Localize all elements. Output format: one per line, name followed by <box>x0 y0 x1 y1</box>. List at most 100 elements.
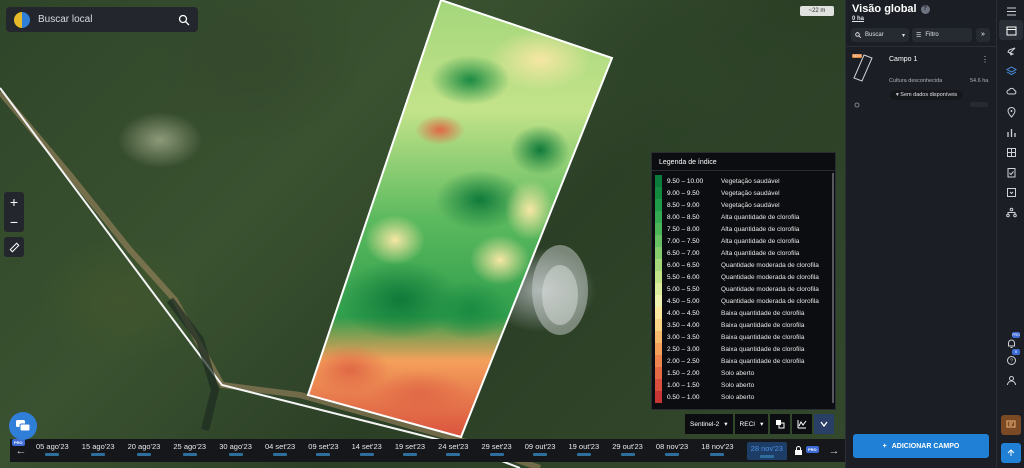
location-search-box[interactable]: Buscar local <box>6 7 198 32</box>
rail-profile-button[interactable] <box>1003 372 1019 388</box>
legend-label: Alta quantidade de clorofila <box>721 225 800 233</box>
zoom-in-button[interactable]: + <box>4 192 24 212</box>
timeline-date-marker <box>316 452 331 456</box>
timeline-date-marker <box>665 452 680 456</box>
rail-tasks-button[interactable] <box>1003 164 1019 180</box>
fields-search-dropdown[interactable]: Buscar ▾ <box>851 28 909 42</box>
fields-filter-button[interactable]: ☰ Filtro <box>912 28 972 42</box>
collapse-controls-button[interactable] <box>814 414 835 434</box>
rail-weather-button[interactable] <box>1003 83 1019 99</box>
field-card[interactable]: NDVI Campo 1 ⋮ Cultura desconhecida 54.6… <box>846 48 997 108</box>
more-vertical-icon[interactable]: ⋮ <box>981 55 989 64</box>
rail-upload-button[interactable] <box>1001 443 1021 463</box>
rail-layers-button[interactable] <box>1003 63 1019 79</box>
timeline-date[interactable]: 29 out'23 <box>612 442 643 460</box>
timeline-date[interactable]: 19 out'23 <box>568 442 599 460</box>
legend-range: 4.00 – 4.50 <box>667 309 700 317</box>
index-select[interactable]: RECI ▾ <box>734 414 769 434</box>
timeline-lock[interactable] <box>791 439 805 462</box>
rail-export-button[interactable] <box>1003 184 1019 200</box>
zoom-out-button[interactable]: − <box>4 212 24 232</box>
location-search-placeholder: Buscar local <box>38 14 93 25</box>
timeline-date[interactable]: 25 ago'23 <box>173 442 206 460</box>
total-area[interactable]: 0 ha <box>852 16 864 22</box>
timeline-date[interactable]: 09 set'23 <box>308 442 339 460</box>
panel-title: Visão global ? <box>852 3 930 15</box>
timeline-date-label: 20 ago'23 <box>127 441 161 451</box>
legend-label: Alta quantidade de clorofila <box>721 249 800 257</box>
legend-swatch <box>655 343 662 355</box>
legend-label: Quantidade moderada de clorofila <box>721 285 819 293</box>
legend-row: 7.50 – 8.00 Alta quantidade de clorofila <box>655 223 835 235</box>
legend-label: Solo aberto <box>721 369 755 377</box>
satellite-source-select[interactable]: Sentinel-2 ▾ <box>685 414 733 434</box>
rail-analytics-button[interactable] <box>1003 124 1019 140</box>
timeline-date[interactable]: 05 ago'23 <box>36 442 69 460</box>
date-timeline: PRO ← 05 ago'23 15 ago'23 20 ago'23 25 ago'… <box>10 439 845 462</box>
timeline-date[interactable]: 28 nov'23 <box>746 441 787 460</box>
legend-range: 7.50 – 8.00 <box>667 225 700 233</box>
rail-reports-button[interactable] <box>1003 144 1019 160</box>
search-icon <box>855 32 861 38</box>
legend-row: 0.50 – 1.00 Solo aberto <box>655 391 835 403</box>
menu-icon <box>1006 7 1016 15</box>
timeline-date-marker <box>91 452 106 456</box>
rail-feedback-button[interactable] <box>1001 415 1021 435</box>
timeline-next-button[interactable]: → <box>823 439 845 462</box>
measure-button[interactable] <box>4 237 24 257</box>
chart-button[interactable] <box>792 414 813 434</box>
rail-location-button[interactable] <box>1003 104 1019 120</box>
timeline-date[interactable]: 19 set'23 <box>395 442 425 460</box>
timeline-date[interactable]: 29 set'23 <box>481 442 512 460</box>
plus-icon: + <box>882 442 887 450</box>
timeline-date[interactable]: 08 nov'23 <box>656 442 688 460</box>
legend-row: 3.50 – 4.00 Baixa quantidade de clorofila <box>655 319 835 331</box>
chevron-down-icon: ▾ <box>896 92 899 98</box>
rail-calendar-button[interactable] <box>1003 22 1019 38</box>
compare-button[interactable] <box>770 414 791 434</box>
timeline-date[interactable]: 04 set'23 <box>265 442 295 460</box>
help-icon[interactable]: ? <box>920 4 930 14</box>
layers-compare-icon <box>776 420 785 429</box>
legend-swatch <box>655 271 662 283</box>
chat-support-button[interactable] <box>9 412 37 440</box>
svg-text:?: ? <box>1010 358 1013 364</box>
timeline-date-label: 09 out'23 <box>524 441 556 451</box>
chat-icon <box>16 420 30 432</box>
field-status-chip[interactable]: ▾ Sem dados disponíveis <box>890 90 964 100</box>
fields-panel: Visão global ? 0 ha Buscar ▾ ☰ Filtro » … <box>845 0 997 468</box>
rail-rocket-button[interactable] <box>1003 43 1019 59</box>
legend-swatch <box>655 199 662 211</box>
legend-row: 2.00 – 2.50 Baixa quantidade de clorofila <box>655 355 835 367</box>
panel-divider <box>846 46 997 47</box>
map-view[interactable]: Buscar local ~22 m + − Legenda de índice… <box>0 0 845 468</box>
timeline-date[interactable]: 24 set'23 <box>438 442 468 460</box>
legend-swatch <box>655 247 662 259</box>
legend-range: 6.50 – 7.00 <box>667 249 700 257</box>
timeline-date[interactable]: 09 out'23 <box>524 441 556 460</box>
add-field-button[interactable]: + ADICIONAR CAMPO <box>853 434 989 458</box>
rail-integrations-button[interactable] <box>1003 204 1019 220</box>
pro-badge: PRO <box>806 446 819 453</box>
legend-swatch <box>655 307 662 319</box>
search-icon[interactable] <box>178 14 190 26</box>
timeline-date-label: 24 set'23 <box>438 441 469 451</box>
legend-row: 1.00 – 1.50 Solo aberto <box>655 379 835 391</box>
timeline-date[interactable]: 14 set'23 <box>352 442 382 460</box>
index-legend: Legenda de índice 9.50 – 10.00 Vegetação … <box>651 152 836 410</box>
field-action-pill[interactable] <box>970 102 988 107</box>
rail-menu-button[interactable] <box>1003 3 1019 19</box>
timeline-date-label: 28 nov'23 <box>750 443 783 453</box>
legend-scrollbar[interactable] <box>832 173 834 403</box>
timeline-date-marker <box>359 452 374 456</box>
legend-label: Solo aberto <box>721 393 755 401</box>
legend-range: 6.00 – 6.50 <box>667 261 700 269</box>
timeline-date[interactable]: 30 ago'23 <box>219 442 252 460</box>
timeline-date-label: 08 nov'23 <box>655 441 689 451</box>
timeline-date[interactable]: 20 ago'23 <box>127 441 161 460</box>
expand-panel-button[interactable]: » <box>976 28 990 42</box>
crosshair-icon[interactable] <box>854 102 860 108</box>
timeline-dates: 05 ago'23 15 ago'23 20 ago'23 25 ago'23 30 a… <box>32 441 791 460</box>
timeline-date[interactable]: 18 nov'23 <box>701 442 734 460</box>
timeline-date[interactable]: 15 ago'23 <box>82 442 115 460</box>
